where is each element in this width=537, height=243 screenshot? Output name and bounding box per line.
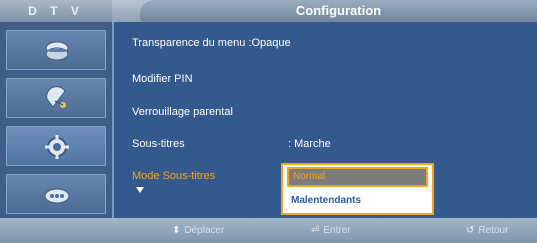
menu-item-change-pin[interactable]: Modifier PIN	[132, 70, 193, 88]
scroll-down-arrow-icon[interactable]	[136, 187, 144, 193]
category-input[interactable]	[6, 174, 106, 214]
hint-enter: ⏎ Entrer	[311, 218, 351, 243]
enter-icon: ⏎	[311, 225, 320, 236]
footer-hints: ⬍ Déplacer ⏎ Entrer ↺ Retour	[0, 218, 537, 243]
hint-enter-label: Entrer	[323, 225, 351, 236]
osd-menu: D T V Configuration Transparence du menu…	[0, 0, 537, 243]
dtv-label: D T V	[0, 0, 112, 22]
title-bar: D T V Configuration	[0, 0, 537, 22]
setup-gear-icon	[45, 135, 69, 159]
hint-move-label: Déplacer	[184, 225, 225, 236]
menu-item-subtitles[interactable]: Sous-titres	[132, 135, 185, 153]
return-icon: ↺	[466, 225, 475, 236]
input-plug-icon	[44, 188, 70, 204]
page-title: Configuration	[140, 0, 537, 22]
dropdown-option-hearing-impaired[interactable]: Malentendants	[287, 191, 428, 211]
channel-icon	[45, 41, 69, 61]
dropdown-option-normal[interactable]: Normal	[287, 167, 428, 187]
category-channel[interactable]	[6, 30, 106, 70]
hint-back: ↺ Retour	[466, 218, 508, 243]
subtitle-mode-dropdown[interactable]: Normal Malentendants	[281, 163, 434, 215]
category-icon-strip	[0, 22, 112, 218]
menu-item-value: :Opaque	[248, 37, 291, 49]
updown-arrows-icon: ⬍	[172, 225, 181, 236]
settings-panel: Transparence du menu :Opaque Modifier PI…	[112, 22, 537, 218]
category-antenna[interactable]	[6, 78, 106, 118]
menu-item-transparency[interactable]: Transparence du menu :Opaque	[132, 34, 291, 52]
satellite-dish-icon	[46, 86, 66, 108]
hint-back-label: Retour	[478, 225, 509, 236]
menu-item-parental-lock[interactable]: Verrouillage parental	[132, 103, 233, 121]
subtitles-value: : Marche	[288, 138, 331, 150]
menu-item-label: Transparence du menu	[132, 37, 246, 49]
category-setup[interactable]	[6, 126, 106, 166]
hint-move: ⬍ Déplacer	[172, 218, 224, 243]
menu-item-subtitle-mode[interactable]: Mode Sous-titres	[132, 167, 215, 185]
